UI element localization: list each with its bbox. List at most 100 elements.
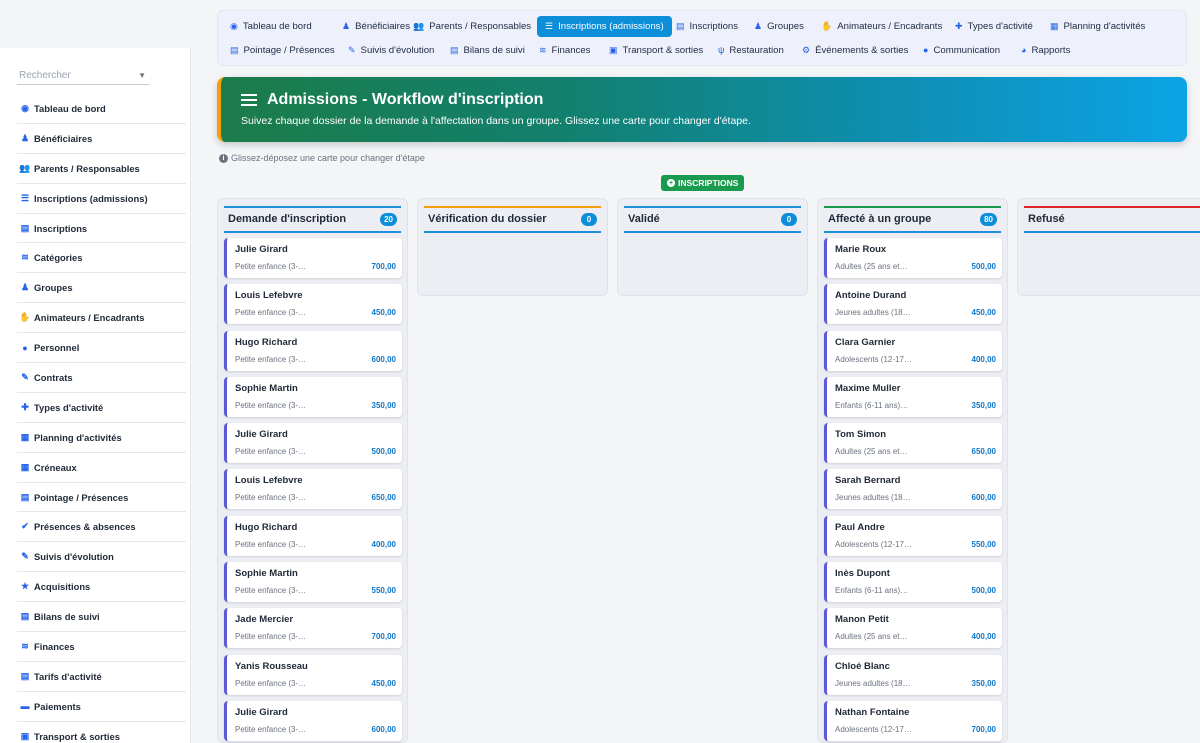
sidebar-item[interactable]: ≋ Catégories (17, 243, 186, 274)
nav-tab[interactable]: ◕ Rapports (1021, 40, 1070, 60)
enrollment-card[interactable]: Julie Girard Petite enfance (3-… 600,00 (224, 700, 402, 741)
enrollment-card[interactable]: Manon Petit Adultes (25 ans et… 400,00 (824, 608, 1002, 649)
card-name: Julie Girard (235, 429, 288, 441)
user-check-icon: ✔ (21, 521, 29, 532)
enrollment-card[interactable]: Paul Andre Adolescents (12-17… 550,00 (824, 515, 1002, 556)
nav-tab-label: Communication (933, 44, 1001, 56)
money-icon: ≋ (539, 44, 547, 55)
card-name: Hugo Richard (235, 521, 298, 533)
sidebar-item[interactable]: ▤ Bilans de suivi (17, 602, 186, 633)
nav-tab[interactable]: ▤ Pointage / Présences (230, 40, 335, 60)
enrollment-card[interactable]: Julie Girard Petite enfance (3-… 500,00 (224, 423, 402, 464)
column-title: Affecté à un groupe (828, 213, 932, 225)
card-category: Adultes (25 ans et… (835, 447, 908, 457)
enrollment-card[interactable]: Antoine Durand Jeunes adultes (18… 450,00 (824, 284, 1002, 325)
sidebar-item[interactable]: ◉ Tableau de bord (17, 94, 186, 124)
child-icon: ♟ (342, 20, 351, 31)
card-amount: 600,00 (371, 724, 396, 734)
sidebar-item[interactable]: ✔ Présences & absences (17, 512, 186, 543)
enrollment-card[interactable]: Julie Girard Petite enfance (3-… 700,00 (224, 238, 402, 278)
enrollment-card[interactable]: Nathan Fontaine Adolescents (12-17… 700,00 (824, 700, 1002, 741)
sidebar-item[interactable]: ▤ Tarifs d'activité (17, 662, 186, 692)
sidebar-item-label: Groupes (34, 282, 73, 294)
sidebar-item[interactable]: ☰ Inscriptions (admissions) (17, 184, 186, 214)
card-amount: 400,00 (971, 632, 996, 642)
enrollment-card[interactable]: Hugo Richard Petite enfance (3-… 400,00 (224, 515, 402, 556)
sidebar-item[interactable]: ▤ Pointage / Présences (17, 483, 186, 513)
nav-tab[interactable]: ♟ Bénéficiaires (342, 16, 410, 36)
sidebar-item-label: Catégories (34, 252, 83, 264)
nav-tab[interactable]: ◉ Tableau de bord (230, 16, 312, 36)
nav-tab[interactable]: ▣ Transport & sorties (609, 40, 703, 60)
sidebar-item[interactable]: ▣ Transport & sorties (17, 722, 186, 743)
nav-tab[interactable]: ▤ Inscriptions (676, 16, 738, 36)
column-title: Vérification du dossier (428, 213, 547, 225)
enrollment-card[interactable]: Sarah Bernard Jeunes adultes (18… 600,00 (824, 469, 1002, 510)
sidebar-item-label: Types d'activité (34, 401, 104, 413)
nav-tab[interactable]: ✚ Types d'activité (955, 16, 1033, 36)
sidebar-item[interactable]: ✚ Types d'activité (17, 393, 186, 423)
nav-tab[interactable]: ψ Restauration (718, 40, 784, 60)
enrollment-card[interactable]: Louis Lefebvre Petite enfance (3-… 650,00 (224, 469, 402, 510)
kanban-column: Affecté à un groupe 80 Marie Roux Adultes (… (817, 198, 1008, 743)
nav-tab[interactable]: ✋ Animateurs / Encadrants (821, 16, 942, 36)
handshake-icon: ✋ (821, 20, 833, 31)
sidebar-item[interactable]: ✎ Contrats (17, 363, 186, 393)
card-amount: 700,00 (371, 262, 396, 271)
enrollment-card[interactable]: Hugo Richard Petite enfance (3-… 600,00 (224, 330, 402, 371)
sidebar-item[interactable]: ▦ Créneaux (17, 453, 186, 483)
nav-tab[interactable]: ▤ Bilans de suivi (450, 40, 525, 60)
card-category: Adolescents (12-17… (835, 724, 912, 734)
nav-tab[interactable]: ≋ Finances (539, 40, 590, 60)
enrollment-card[interactable]: Chloé Blanc Jeunes adultes (18… 350,00 (824, 654, 1002, 695)
nav-tab[interactable]: ▦ Planning d'activités (1050, 16, 1145, 36)
nav-tab[interactable]: 👥 Parents / Responsables (413, 16, 531, 36)
card-amount: 600,00 (371, 354, 396, 364)
enrollment-card[interactable]: Jade Mercier Petite enfance (3-… 700,00 (224, 608, 402, 649)
search-select[interactable]: Rechercher ▼ (17, 67, 150, 85)
nav-tab[interactable]: ☰ Inscriptions (admissions) (537, 16, 672, 37)
enrollment-card[interactable]: Louis Lefebvre Petite enfance (3-… 450,00 (224, 284, 402, 325)
dashboard-icon: ◉ (230, 20, 238, 31)
nav-tab-label: Restauration (729, 44, 784, 56)
card-amount: 500,00 (971, 586, 996, 596)
enrollment-card[interactable]: Clara Garnier Adolescents (12-17… 400,00 (824, 330, 1002, 371)
sidebar-item[interactable]: ▬ Paiements (17, 692, 186, 722)
nav-tab[interactable]: ● Communication (923, 40, 1000, 60)
column-count-badge: 0 (581, 213, 597, 226)
enrollment-card[interactable]: Maxime Muller Enfants (6-11 ans)… 350,00 (824, 376, 1002, 417)
sidebar-item[interactable]: ★ Acquisitions (17, 572, 186, 603)
enrollment-card[interactable]: Inès Dupont Enfants (6-11 ans)… 500,00 (824, 562, 1002, 603)
sidebar-item[interactable]: ♟ Groupes (17, 273, 186, 304)
sidebar-item[interactable]: ✎ Suivis d'évolution (17, 542, 186, 573)
nav-tab[interactable]: ✎ Suivis d'évolution (348, 40, 434, 60)
enrollment-card[interactable]: Sophie Martin Petite enfance (3-… 350,00 (224, 376, 402, 417)
inscriptions-badge[interactable]: + INSCRIPTIONS (661, 175, 745, 191)
sidebar-item[interactable]: ✋ Animateurs / Encadrants (17, 303, 186, 334)
card-amount: 600,00 (971, 493, 996, 503)
kanban-column: Validé 0 (617, 198, 808, 296)
puzzle-icon: ✚ (955, 20, 963, 31)
nav-tab[interactable]: ⚙ Événements & sorties (802, 40, 908, 60)
card-name: Sarah Bernard (835, 475, 901, 487)
card-amount: 400,00 (971, 354, 996, 364)
sidebar-item-label: Finances (34, 640, 75, 652)
enrollment-card[interactable]: Sophie Martin Petite enfance (3-… 550,00 (224, 562, 402, 603)
enrollment-card[interactable]: Marie Roux Adultes (25 ans et… 500,00 (824, 238, 1002, 278)
card-category: Petite enfance (3-… (235, 447, 307, 457)
sidebar-item[interactable]: ≋ Finances (17, 632, 186, 662)
enrollment-card[interactable]: Yanis Rousseau Petite enfance (3-… 450,00 (224, 654, 402, 695)
sidebar-item[interactable]: ♟ Bénéficiaires (17, 124, 186, 154)
card-category: Jeunes adultes (18… (835, 308, 911, 318)
nav-tab[interactable]: ♟ Groupes (754, 16, 804, 36)
sidebar-item[interactable]: ● Personnel (17, 333, 186, 364)
nav-tab-label: Inscriptions (689, 20, 739, 32)
card-amount: 700,00 (371, 632, 396, 642)
sidebar-item[interactable]: ▤ Inscriptions (17, 214, 186, 244)
enrollment-card[interactable]: Tom Simon Adultes (25 ans et… 650,00 (824, 423, 1002, 464)
child-icon: ♟ (20, 132, 30, 143)
nav-tab-label: Inscriptions (admissions) (558, 21, 664, 32)
sidebar-item[interactable]: 👥 Parents / Responsables (17, 154, 186, 184)
card-category: Jeunes adultes (18… (835, 493, 911, 503)
sidebar-item[interactable]: ▦ Planning d'activités (17, 423, 186, 453)
